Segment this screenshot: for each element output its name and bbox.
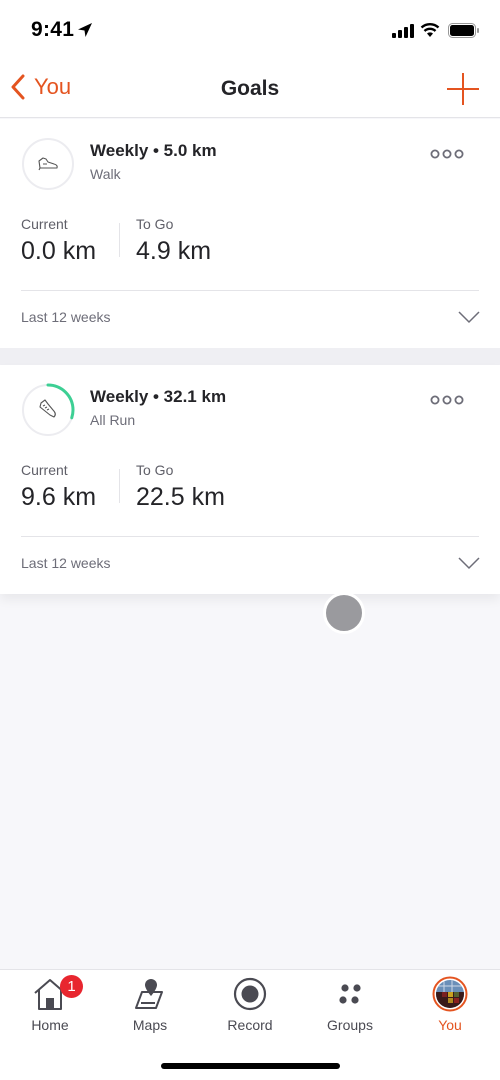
touch-indicator [323, 592, 365, 634]
goal-activity: All Run [90, 412, 136, 428]
goal-title: Weekly • 32.1 km [90, 387, 227, 406]
current-value: 0.0 km [21, 237, 97, 265]
current-value: 9.6 km [21, 483, 97, 511]
history-expand-row[interactable]: Last 12 weeks [0, 291, 500, 347]
tab-label: Maps [132, 1017, 168, 1033]
goal-card: Weekly • 5.0 km Walk Current 0.0 km To G… [0, 119, 500, 348]
groups-icon [339, 984, 361, 1004]
goal-card: Weekly • 32.1 km All Run Current 9.6 km … [0, 365, 500, 594]
add-goal-button[interactable] [446, 72, 480, 106]
map-icon [135, 979, 163, 1009]
tab-record[interactable]: Record [200, 970, 300, 1040]
card-gap [0, 348, 500, 365]
history-label: Last 12 weeks [21, 555, 111, 571]
to-go-value: 22.5 km [136, 483, 225, 511]
more-options-icon[interactable] [430, 393, 464, 407]
chevron-down-icon [458, 311, 480, 324]
running-shoe-icon [39, 399, 56, 418]
page-title: Goals [220, 77, 280, 100]
current-label: Current [21, 462, 68, 478]
current-label: Current [21, 216, 68, 232]
stat-divider [119, 223, 120, 257]
status-time: 9:41 [31, 18, 75, 41]
record-icon [233, 977, 267, 1011]
location-arrow-icon [78, 23, 92, 37]
navigation-bar: You Goals [0, 60, 500, 118]
goal-progress-ring [21, 137, 75, 191]
shoe-icon [38, 157, 58, 171]
back-label: You [34, 74, 72, 99]
goal-activity: Walk [90, 166, 121, 182]
goal-title: Weekly • 5.0 km [90, 141, 217, 160]
avatar [432, 976, 468, 1012]
chevron-left-icon [11, 74, 25, 100]
stat-divider [119, 469, 120, 503]
status-bar: 9:41 [0, 0, 500, 60]
tab-label: You [438, 1017, 462, 1033]
cellular-signal-icon [392, 24, 414, 38]
wifi-icon [420, 23, 440, 37]
tab-maps[interactable]: Maps [100, 970, 200, 1040]
tab-groups[interactable]: Groups [300, 970, 400, 1040]
tab-you[interactable]: You [400, 970, 500, 1040]
more-options-icon[interactable] [430, 147, 464, 161]
to-go-label: To Go [136, 462, 174, 478]
to-go-value: 4.9 km [136, 237, 212, 265]
tab-label: Home [31, 1017, 69, 1033]
history-label: Last 12 weeks [21, 309, 111, 325]
notification-badge: 1 [60, 975, 83, 998]
back-button[interactable]: You [10, 74, 71, 100]
goal-progress-ring [21, 383, 75, 437]
to-go-label: To Go [136, 216, 174, 232]
history-expand-row[interactable]: Last 12 weeks [0, 537, 500, 593]
tab-label: Record [227, 1017, 273, 1033]
home-indicator [161, 1063, 340, 1069]
tab-label: Groups [327, 1017, 373, 1033]
chevron-down-icon [458, 557, 480, 570]
battery-icon [448, 23, 479, 38]
tab-home[interactable]: 1 Home [0, 970, 100, 1040]
